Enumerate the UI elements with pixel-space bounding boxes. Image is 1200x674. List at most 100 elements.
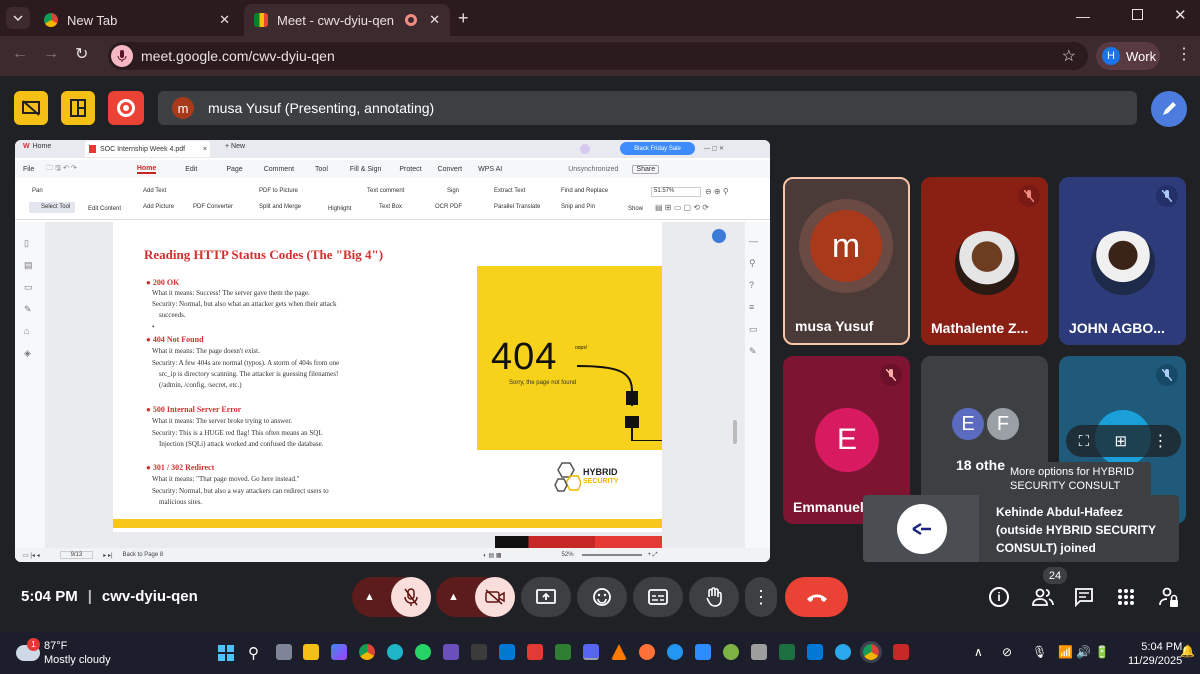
bookmark-star-icon[interactable]: ☆ xyxy=(1062,46,1076,66)
app-icon-5[interactable] xyxy=(893,644,909,660)
pin-layout-button[interactable] xyxy=(61,91,95,125)
address-bar[interactable]: meet.google.com/cwv-dyiu-qen ☆ xyxy=(108,42,1088,70)
more-options-menu-button[interactable]: ⋮ xyxy=(745,577,777,617)
tool-extract-text[interactable]: Extract Text xyxy=(494,188,525,194)
next-page-icon[interactable]: ▸ ▸| xyxy=(103,552,112,559)
whatsapp-icon[interactable] xyxy=(415,644,431,660)
participant-tile-john[interactable]: JOHN AGBO... xyxy=(1059,177,1186,345)
zoom-slider[interactable] xyxy=(581,554,642,556)
audio-options-button[interactable]: ▲ xyxy=(364,591,375,603)
menu-home[interactable]: Home xyxy=(136,165,157,174)
tool-split-merge[interactable]: Split and Merge xyxy=(259,204,301,210)
back-icon[interactable]: ← xyxy=(12,45,28,63)
mic-toggle-button[interactable] xyxy=(391,577,431,617)
menu-tool[interactable]: Tool xyxy=(315,166,328,173)
pdf-reader-icon[interactable] xyxy=(527,644,543,660)
start-button[interactable] xyxy=(218,645,234,661)
close-tab-icon[interactable]: ✕ xyxy=(429,12,440,28)
menu-page[interactable]: Page xyxy=(226,166,242,173)
tool-find-replace[interactable]: Find and Replace xyxy=(561,188,608,194)
taskbar-clock[interactable]: 5:04 PM 11/29/2025 xyxy=(1128,640,1182,668)
participant-tile-musa[interactable]: m musa Yusuf xyxy=(783,177,910,345)
tool-add-picture[interactable]: Add Picture xyxy=(143,204,174,210)
tool-parallel-translate[interactable]: Parallel Translate xyxy=(494,204,540,210)
leave-call-button[interactable] xyxy=(785,577,848,617)
pdf-home-tab[interactable]: W Home xyxy=(23,143,51,150)
more-options-button[interactable]: ⋮ xyxy=(1152,431,1168,451)
view-controls-icon[interactable]: ▤ ⊞ ▭ ▢ ⟲ ⟳ xyxy=(655,203,709,212)
chat-button[interactable] xyxy=(1074,587,1094,612)
back-to-page-link[interactable]: Back to Page 8 xyxy=(123,552,164,558)
video-options-button[interactable]: ▲ xyxy=(448,591,459,603)
terminal-icon[interactable] xyxy=(471,644,487,660)
menu-comment[interactable]: Comment xyxy=(264,166,294,173)
app-icon[interactable] xyxy=(555,644,571,660)
zoom-icon[interactable] xyxy=(695,644,711,660)
presentation-layout-button[interactable] xyxy=(14,91,48,125)
firefox-icon[interactable] xyxy=(639,644,655,660)
tool-pdf-to-picture[interactable]: PDF to Picture xyxy=(259,188,298,194)
discord-icon[interactable] xyxy=(583,644,599,660)
page-number-input[interactable]: 9/13 xyxy=(59,551,94,559)
tool-sign[interactable]: Sign xyxy=(447,188,459,194)
captions-button[interactable] xyxy=(633,577,683,617)
microphone-indicator-icon[interactable] xyxy=(111,45,133,67)
zoom-plus-icon[interactable]: + ⤢ xyxy=(648,552,658,559)
pdf-account-icon[interactable] xyxy=(580,144,590,154)
minimize-button[interactable]: — xyxy=(1076,8,1090,24)
host-controls-button[interactable] xyxy=(1159,586,1179,613)
tab-search-button[interactable] xyxy=(6,7,30,29)
reactions-button[interactable] xyxy=(577,577,627,617)
vscode-icon[interactable] xyxy=(499,644,515,660)
share-button[interactable]: Share xyxy=(632,164,660,174)
menu-file[interactable]: File xyxy=(23,166,34,173)
zoom-input[interactable]: 51.57% xyxy=(651,187,701,197)
meeting-info-icon[interactable]: i xyxy=(989,587,1009,607)
present-button[interactable] xyxy=(521,577,571,617)
chrome-active-icon[interactable] xyxy=(860,641,882,663)
search-icon[interactable]: ⚲ xyxy=(248,644,259,662)
app-icon-3[interactable] xyxy=(723,644,739,660)
tool-pan[interactable]: Pan xyxy=(32,188,43,194)
pdf-doc-tab[interactable]: SOC Internship Week 4.pdf × xyxy=(85,141,210,157)
network-volume-battery-icons[interactable]: 📶 🔊 🔋 xyxy=(1058,645,1110,659)
tool-text-box[interactable]: Text Box xyxy=(379,204,402,210)
tool-snip-pin[interactable]: Snip and Pin xyxy=(561,204,595,210)
weather-widget[interactable]: 87°F Mostly cloudy xyxy=(44,639,111,667)
app-icon-4[interactable] xyxy=(807,644,823,660)
tool-show[interactable]: Show xyxy=(628,206,643,212)
pdf-scrollbar[interactable] xyxy=(733,420,737,444)
people-button[interactable] xyxy=(1032,587,1054,612)
menu-edit[interactable]: Edit xyxy=(185,166,197,173)
edge-icon[interactable] xyxy=(387,644,403,660)
pdf-window-controls[interactable]: — ▢ ✕ xyxy=(704,145,724,152)
sidebar-toggle-icon[interactable]: ▭ |◂ ◂ xyxy=(23,552,40,559)
menu-fill-sign[interactable]: Fill & Sign xyxy=(350,166,382,173)
task-view-icon[interactable] xyxy=(276,644,292,660)
menu-protect[interactable]: Protect xyxy=(399,166,421,173)
quick-access-icons[interactable]: 🗀 🖫 ↶ ↷ xyxy=(46,164,77,175)
tool-text-comment[interactable]: Text comment xyxy=(367,188,404,194)
black-friday-button[interactable]: Black Friday Sale xyxy=(620,142,695,155)
file-explorer-icon[interactable] xyxy=(303,644,319,660)
virtualbox-icon[interactable] xyxy=(751,644,767,660)
pdf-right-rail-icons[interactable]: — ⚲? ≡ ▭ ✎ xyxy=(749,230,758,362)
tool-ocr[interactable]: OCR PDF xyxy=(435,204,462,210)
tab-meet[interactable]: Meet - cwv-dyiu-qen ✕ xyxy=(244,4,450,36)
raise-hand-button[interactable] xyxy=(689,577,739,617)
menu-convert[interactable]: Convert xyxy=(438,166,463,173)
tool-add-text[interactable]: Add Text xyxy=(143,188,166,194)
browser-menu-icon[interactable]: ⋮ xyxy=(1176,44,1192,64)
forward-icon[interactable]: → xyxy=(43,45,59,63)
tool-select[interactable]: Select Tool xyxy=(29,202,75,213)
tray-icons[interactable]: ⊘ xyxy=(1002,645,1012,659)
frame-person-icon[interactable]: ⛶ xyxy=(1079,433,1090,450)
tray-overflow-icon[interactable]: ∧ xyxy=(974,645,983,659)
new-tab-button[interactable]: + xyxy=(458,8,469,29)
chrome-taskbar-icon[interactable] xyxy=(359,644,375,660)
reload-icon[interactable]: ↻ xyxy=(75,44,88,64)
excel-icon[interactable] xyxy=(779,644,795,660)
tray-mic-icon[interactable]: 🎙 xyxy=(1032,645,1047,659)
zoom-controls-icon[interactable]: ⊖ ⊕ ⚲ xyxy=(705,187,729,196)
restore-button[interactable] xyxy=(1132,9,1143,20)
